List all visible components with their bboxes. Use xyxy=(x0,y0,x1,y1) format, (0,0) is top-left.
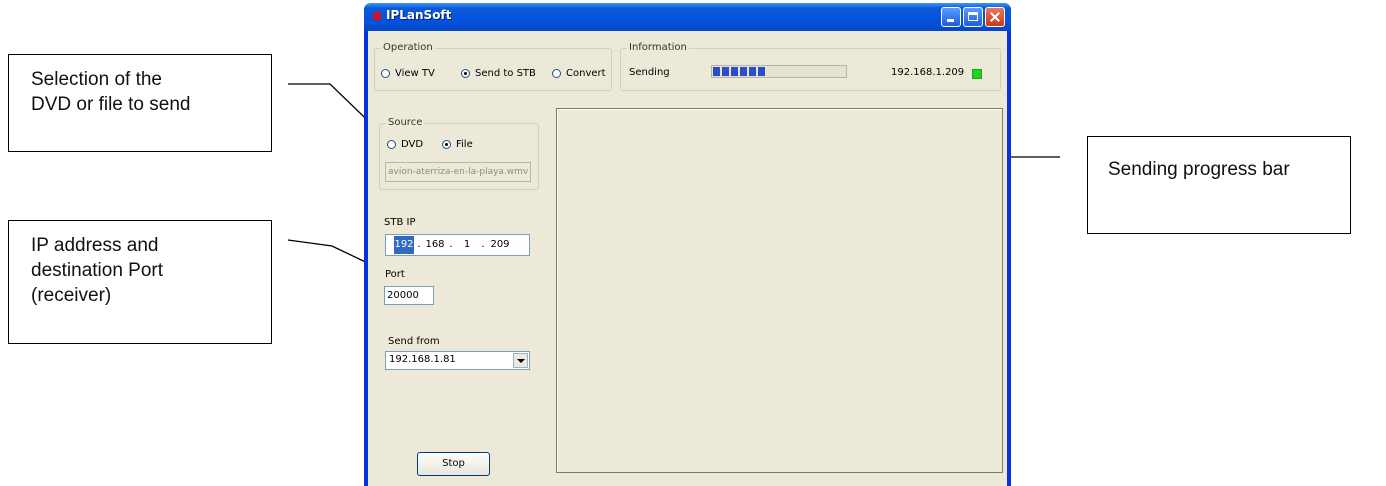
radio-dvd[interactable]: DVD xyxy=(387,139,423,150)
app-window: IPLanSoft Operation View TV Send to STB … xyxy=(364,3,1011,486)
stb-ip-input[interactable]: 192 . 168 . 1 . 209 xyxy=(385,234,530,256)
port-label: Port xyxy=(385,269,405,280)
minimize-button[interactable] xyxy=(941,7,961,27)
port-input[interactable]: 20000 xyxy=(384,286,434,305)
network-callout-line-2: destination Port xyxy=(31,260,164,281)
chevron-down-icon[interactable] xyxy=(513,353,528,368)
radio-dvd-label: DVD xyxy=(401,139,424,150)
ip-octet-2: 168 xyxy=(425,239,445,250)
radio-view-tv-indicator xyxy=(381,69,390,78)
send-from-value: 192.168.1.81 xyxy=(389,354,456,365)
operation-group: Operation View TV Send to STB Convert xyxy=(374,42,612,91)
close-button[interactable] xyxy=(985,7,1005,27)
status-led-indicator xyxy=(972,69,982,79)
ip-separator: . xyxy=(449,239,453,250)
network-callout-line-1: IP address and xyxy=(31,235,159,256)
window-title: IPLanSoft xyxy=(386,8,452,22)
ip-octet-3: 1 xyxy=(463,239,471,250)
ip-separator: . xyxy=(417,239,421,250)
radio-convert[interactable]: Convert xyxy=(552,68,606,79)
title-bar[interactable]: IPLanSoft xyxy=(364,3,1011,31)
radio-send-to-stb-indicator xyxy=(461,69,470,78)
stop-button[interactable]: Stop xyxy=(417,452,490,476)
information-group: Information Sending 192.168.1.209 xyxy=(620,42,1001,91)
radio-file-label: File xyxy=(456,139,473,150)
app-icon xyxy=(373,12,381,20)
radio-view-tv[interactable]: View TV xyxy=(381,68,435,79)
network-callout: IP address and destination Port (receive… xyxy=(8,220,272,344)
video-preview-panel xyxy=(556,108,1003,473)
progress-fill xyxy=(713,67,767,76)
send-from-label: Send from xyxy=(388,336,440,347)
sending-progress-bar xyxy=(711,65,847,78)
operation-legend: Operation xyxy=(381,42,435,53)
radio-convert-indicator xyxy=(552,69,561,78)
radio-send-to-stb[interactable]: Send to STB xyxy=(461,68,536,79)
radio-convert-label: Convert xyxy=(566,68,606,79)
source-group: Source DVD File avion-aterriza-en-la-pla… xyxy=(379,117,539,190)
maximize-button[interactable] xyxy=(963,7,983,27)
ip-octet-4: 209 xyxy=(490,239,510,250)
information-legend: Information xyxy=(627,42,689,53)
progress-callout: Sending progress bar xyxy=(1087,136,1351,234)
progress-callout-text: Sending progress bar xyxy=(1108,159,1290,180)
radio-file[interactable]: File xyxy=(442,139,473,150)
radio-file-indicator xyxy=(442,140,451,149)
source-callout-line-2: DVD or file to send xyxy=(31,94,191,115)
status-text: Sending xyxy=(629,67,670,78)
radio-dvd-indicator xyxy=(387,140,396,149)
network-callout-line-3: (receiver) xyxy=(31,285,112,306)
stb-ip-label: STB IP xyxy=(384,217,416,228)
radio-view-tv-label: View TV xyxy=(395,68,435,79)
ip-separator: . xyxy=(481,239,485,250)
window-client-area: Operation View TV Send to STB Convert In… xyxy=(368,31,1007,486)
source-file-field[interactable]: avion-aterriza-en-la-playa.wmv xyxy=(385,162,531,182)
source-legend: Source xyxy=(386,117,425,128)
ip-octet-1: 192 xyxy=(394,236,414,254)
radio-send-to-stb-label: Send to STB xyxy=(475,68,536,79)
source-callout-line-1: Selection of the xyxy=(31,69,162,90)
source-callout: Selection of the DVD or file to send xyxy=(8,54,272,152)
send-from-select[interactable]: 192.168.1.81 xyxy=(385,351,530,370)
destination-ip-text: 192.168.1.209 xyxy=(891,67,965,78)
